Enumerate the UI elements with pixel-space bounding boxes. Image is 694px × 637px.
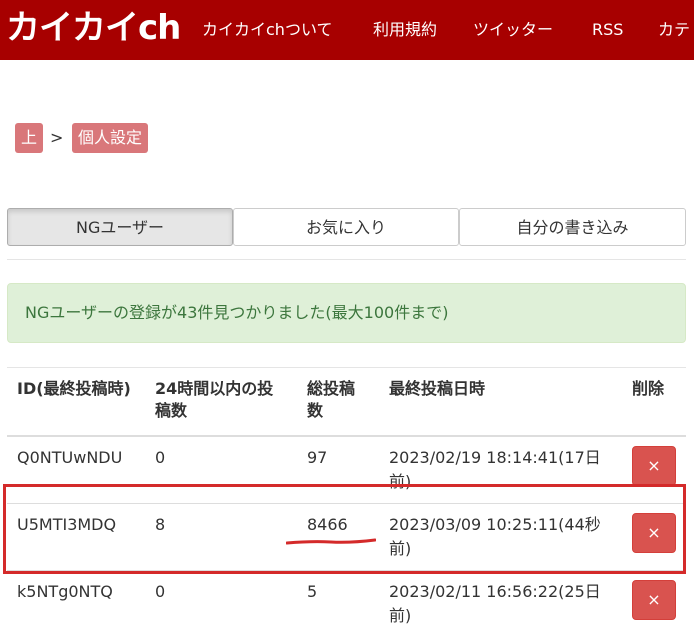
site-header: カイカイch カイカイchついて 利用規約 ツイッター RSS カテ (0, 0, 694, 60)
tab-favorites[interactable]: お気に入り (233, 208, 459, 246)
nav-item-twitter[interactable]: ツイッター (473, 16, 553, 44)
column-header-delete: 削除 (632, 379, 665, 398)
row-id: k5NTg0NTQ (17, 582, 113, 601)
nav-item-terms[interactable]: 利用規約 (373, 16, 437, 44)
column-header-total-posts: 総投稿数 (307, 379, 356, 420)
row-last-post: 2023/02/11 16:56:22(25日前) (389, 582, 601, 625)
nav-item-about[interactable]: カイカイchついて (202, 16, 332, 44)
row-posts-24h: 0 (155, 448, 166, 467)
site-logo[interactable]: カイカイch (6, 6, 181, 50)
divider (7, 367, 686, 368)
column-header-posts-24h: 24時間以内の投稿数 (155, 379, 274, 420)
breadcrumb-current: 個人設定 (72, 123, 149, 153)
success-alert: NGユーザーの登録が43件見つかりました(最大100件まで) (7, 283, 686, 343)
breadcrumb-separator: > (50, 128, 64, 147)
column-header-id: ID(最終投稿時) (17, 379, 131, 398)
delete-button[interactable]: × (632, 580, 676, 620)
nav-item-rss[interactable]: RSS (592, 16, 623, 44)
row-total-posts: 97 (307, 448, 328, 467)
breadcrumb-home[interactable]: 上 (15, 123, 44, 153)
nav-item-category[interactable]: カテ (658, 16, 690, 44)
tab-my-posts[interactable]: 自分の書き込み (459, 208, 686, 246)
row-total-posts: 5 (307, 582, 318, 601)
table-header-border (7, 435, 686, 437)
highlight-box (3, 484, 686, 574)
delete-button[interactable]: × (632, 446, 676, 486)
divider (7, 259, 686, 260)
row-id: Q0NTUwNDU (17, 448, 123, 467)
tab-ng-users[interactable]: NGユーザー (7, 208, 233, 246)
row-posts-24h: 0 (155, 582, 166, 601)
underline-annotation (286, 538, 376, 545)
column-header-last-post: 最終投稿日時 (389, 379, 486, 398)
